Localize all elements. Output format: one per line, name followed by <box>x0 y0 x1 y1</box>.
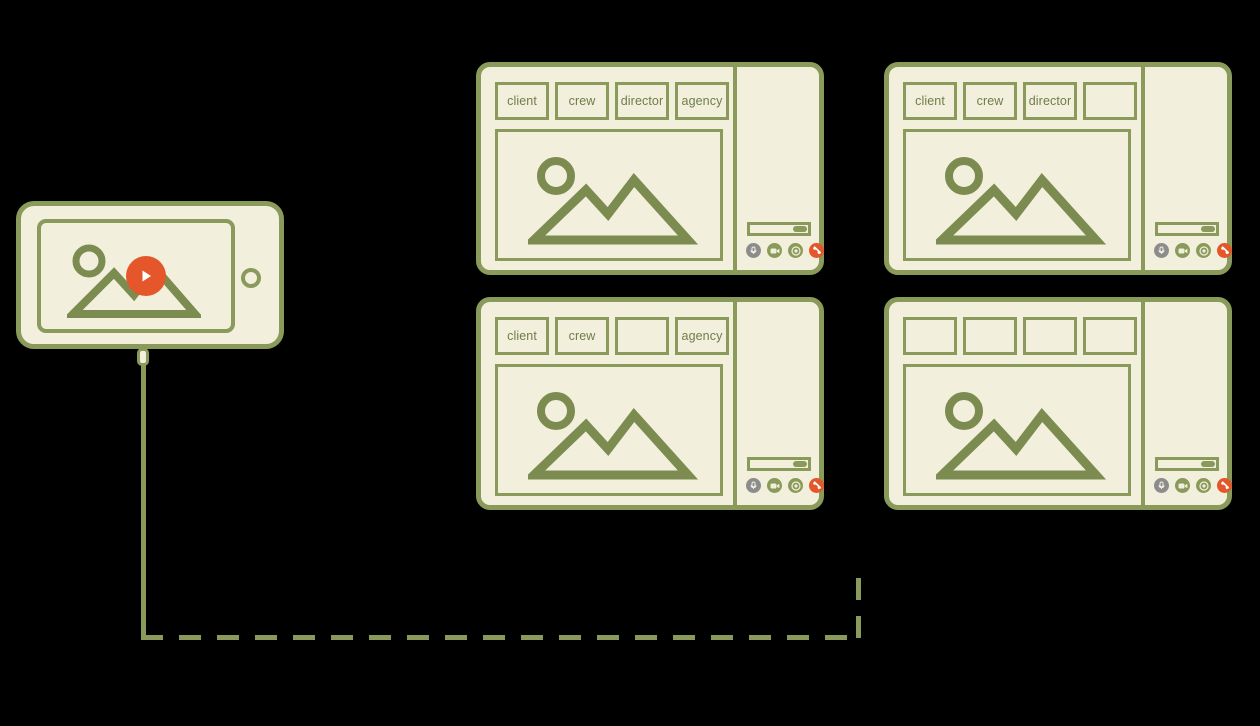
video-toggle-button[interactable] <box>767 243 782 258</box>
cable-connector-icon <box>137 348 149 366</box>
tab-empty-1[interactable] <box>903 317 957 355</box>
tab-director[interactable]: director <box>1023 82 1077 120</box>
tab-row <box>903 317 1137 355</box>
volume-slider[interactable] <box>747 457 811 471</box>
tab-client[interactable]: client <box>903 82 957 120</box>
tab-client[interactable]: client <box>495 82 549 120</box>
hang-up-button[interactable] <box>809 243 824 258</box>
phone-home-button[interactable] <box>241 268 261 288</box>
volume-slider[interactable] <box>1155 457 1219 471</box>
tab-row: client crew agency <box>495 317 729 355</box>
volume-slider[interactable] <box>747 222 811 236</box>
panel-main-area: client crew director agency <box>481 67 737 270</box>
tab-crew[interactable]: crew <box>963 82 1017 120</box>
slider-thumb[interactable] <box>793 226 807 232</box>
tab-row: client crew director <box>903 82 1137 120</box>
panel-main-area: client crew director <box>889 67 1145 270</box>
panel-sidebar <box>1145 302 1232 505</box>
panel-main-area <box>889 302 1145 505</box>
image-placeholder-icon <box>528 392 698 480</box>
hang-up-button[interactable] <box>1217 243 1232 258</box>
panel-sidebar <box>1145 67 1232 270</box>
video-stage[interactable] <box>903 129 1131 261</box>
call-controls <box>746 478 824 493</box>
video-toggle-button[interactable] <box>1175 243 1190 258</box>
tab-label: crew <box>976 93 1004 108</box>
tab-empty-2[interactable] <box>963 317 1017 355</box>
tab-agency[interactable]: agency <box>675 82 729 120</box>
connector-vertical-solid <box>141 360 146 640</box>
tab-empty-3[interactable] <box>615 317 669 355</box>
panel-top-right[interactable]: client crew director <box>884 62 1232 275</box>
diagram-canvas: client crew director agency client crew direct… <box>0 0 1260 726</box>
slider-thumb[interactable] <box>793 461 807 467</box>
image-placeholder-icon <box>528 157 698 245</box>
video-stage[interactable] <box>495 364 723 496</box>
call-controls <box>1154 478 1232 493</box>
mute-microphone-button[interactable] <box>1154 243 1169 258</box>
tab-client[interactable]: client <box>495 317 549 355</box>
video-toggle-button[interactable] <box>767 478 782 493</box>
image-placeholder-icon <box>936 157 1106 245</box>
tab-empty-3[interactable] <box>1023 317 1077 355</box>
hang-up-button[interactable] <box>1217 478 1232 493</box>
tab-label: agency <box>681 93 723 108</box>
connector-vertical-dashed <box>856 578 861 640</box>
tab-label: client <box>915 93 945 108</box>
tab-crew[interactable]: crew <box>555 82 609 120</box>
mute-microphone-button[interactable] <box>746 243 761 258</box>
panel-main-area: client crew agency <box>481 302 737 505</box>
call-controls <box>746 243 824 258</box>
play-button-icon[interactable] <box>126 256 166 296</box>
volume-slider[interactable] <box>1155 222 1219 236</box>
tab-director[interactable]: director <box>615 82 669 120</box>
panel-top-left[interactable]: client crew director agency <box>476 62 824 275</box>
video-stage[interactable] <box>495 129 723 261</box>
record-button[interactable] <box>1196 478 1211 493</box>
tab-label: director <box>620 93 664 108</box>
tab-label: crew <box>568 93 596 108</box>
tab-empty-4[interactable] <box>1083 317 1137 355</box>
panel-bottom-right[interactable] <box>884 297 1232 510</box>
slider-thumb[interactable] <box>1201 461 1215 467</box>
panel-sidebar <box>737 67 824 270</box>
tab-label: agency <box>681 328 723 343</box>
call-controls <box>1154 243 1232 258</box>
connector-horizontal-dashed <box>141 635 861 640</box>
video-toggle-button[interactable] <box>1175 478 1190 493</box>
tab-row: client crew director agency <box>495 82 729 120</box>
tab-crew[interactable]: crew <box>555 317 609 355</box>
record-button[interactable] <box>788 243 803 258</box>
panel-sidebar <box>737 302 824 505</box>
hang-up-button[interactable] <box>809 478 824 493</box>
tab-label: director <box>1028 93 1072 108</box>
image-placeholder-icon <box>936 392 1106 480</box>
mute-microphone-button[interactable] <box>1154 478 1169 493</box>
record-button[interactable] <box>1196 243 1211 258</box>
mute-microphone-button[interactable] <box>746 478 761 493</box>
panel-bottom-left[interactable]: client crew agency <box>476 297 824 510</box>
slider-thumb[interactable] <box>1201 226 1215 232</box>
tab-empty-4[interactable] <box>1083 82 1137 120</box>
record-button[interactable] <box>788 478 803 493</box>
tab-label: crew <box>568 328 596 343</box>
tab-agency[interactable]: agency <box>675 317 729 355</box>
tab-label: client <box>507 328 537 343</box>
tab-label: client <box>507 93 537 108</box>
video-stage[interactable] <box>903 364 1131 496</box>
